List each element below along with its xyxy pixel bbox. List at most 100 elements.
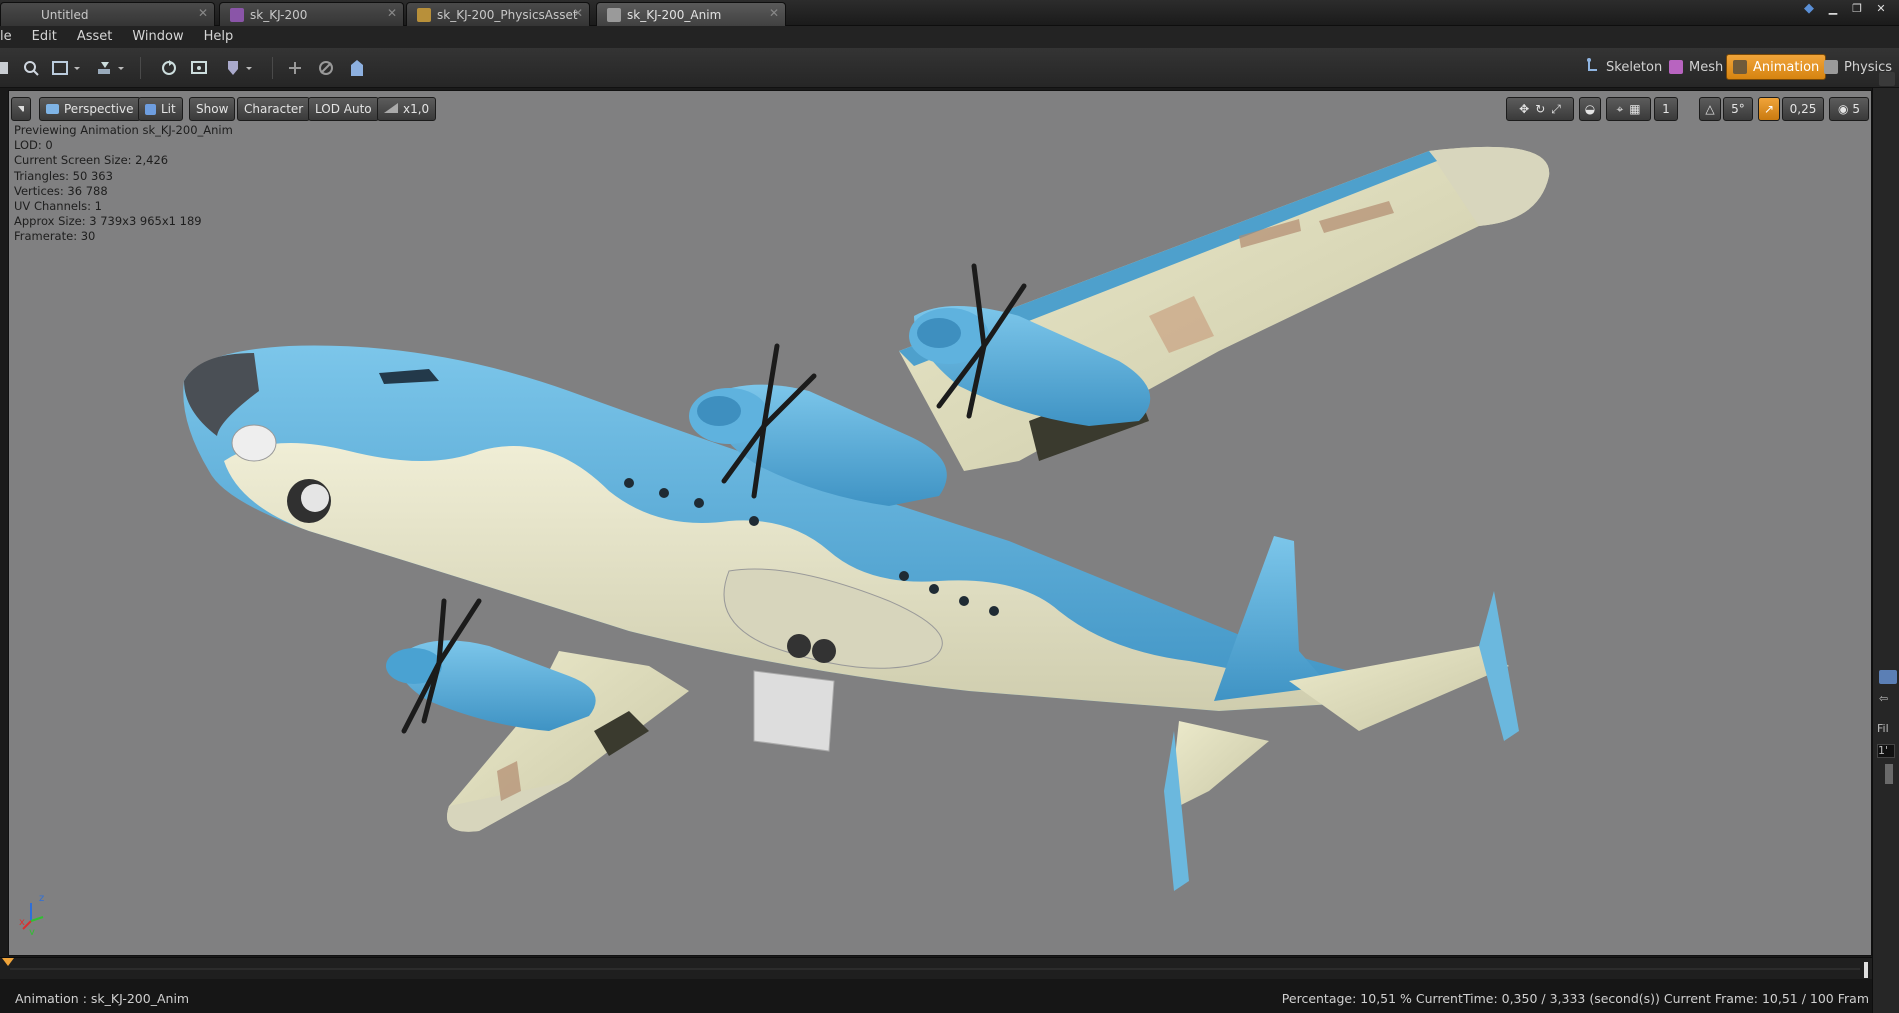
skeleton-icon — [1586, 58, 1600, 76]
physics-asset-icon — [417, 7, 431, 22]
mode-animation[interactable]: Animation — [1726, 54, 1827, 80]
help-icon[interactable]: ◆ — [1799, 2, 1819, 18]
make-static-mesh-icon[interactable] — [224, 56, 254, 80]
perspective-icon — [46, 104, 59, 114]
camera-speed-icon: ◉ — [1837, 102, 1849, 116]
mode-label: Skeleton — [1606, 59, 1663, 75]
character-icon[interactable] — [346, 56, 368, 80]
stat-line: Triangles: 50 363 — [14, 168, 113, 183]
show-button[interactable]: Show — [189, 97, 236, 121]
animation-scrubber[interactable] — [0, 957, 1872, 979]
close-icon[interactable]: ✕ — [1871, 2, 1891, 18]
scale-snap-icon[interactable]: ↗ — [1758, 97, 1780, 121]
add-icon[interactable] — [284, 56, 306, 80]
button-label: LOD Auto — [315, 102, 372, 116]
transform-tools: ✥ ↻ ⤢ — [1506, 97, 1574, 121]
close-icon[interactable]: ✕ — [769, 6, 779, 20]
tab-label: Untitled — [41, 7, 89, 22]
camera-speed-button[interactable]: ◉ 5 — [1829, 97, 1869, 121]
find-in-browser-icon[interactable] — [20, 56, 42, 80]
scrollbar[interactable] — [1885, 764, 1893, 784]
skeleton-icon — [230, 7, 244, 22]
character-button[interactable]: Character — [237, 97, 311, 121]
menu-edit[interactable]: Edit — [22, 26, 67, 48]
close-icon[interactable]: ✕ — [198, 6, 208, 20]
animation-label: Animation : — [15, 991, 87, 1006]
menu-window[interactable]: Window — [122, 26, 193, 48]
menu-bar: le Edit Asset Window Help — [0, 26, 1899, 48]
viewport[interactable]: Perspective Lit Show Character LOD Auto … — [8, 90, 1872, 956]
tab-physics-asset[interactable]: sk_KJ-200_PhysicsAsset ✕ — [406, 2, 590, 26]
rotation-snap-value[interactable]: 5° — [1723, 97, 1753, 121]
restore-icon[interactable]: ❐ — [1847, 2, 1867, 18]
scale-snap-value[interactable]: 0,25 — [1782, 97, 1824, 121]
stat-line: Previewing Animation sk_KJ-200_Anim — [14, 123, 233, 137]
tab-animation[interactable]: sk_KJ-200_Anim ✕ — [596, 2, 786, 26]
stat-line: Current Screen Size: 2,426 — [14, 153, 169, 168]
scale-icon[interactable]: ⤢ — [1548, 102, 1564, 117]
translate-icon[interactable]: ✥ — [1516, 102, 1532, 116]
refresh-icon[interactable] — [158, 56, 180, 80]
stat-line: Vertices: 36 788 — [14, 183, 108, 198]
save-icon[interactable] — [0, 56, 10, 80]
filter-label: Fil — [1877, 722, 1889, 735]
coordinate-system-icon[interactable]: ◒ — [1579, 97, 1601, 121]
status-bar: Animation : sk_KJ-200_Anim Percentage: 1… — [0, 979, 1899, 1013]
reimport-icon[interactable] — [52, 56, 82, 80]
lit-button[interactable]: Lit — [138, 97, 183, 121]
playhead[interactable] — [1864, 962, 1868, 978]
button-label: x1,0 — [403, 102, 430, 116]
preview-stats: Previewing Animation sk_KJ-200_Anim LOD:… — [14, 123, 233, 245]
z-axis-label: z — [39, 893, 44, 904]
mesh-icon — [1669, 60, 1683, 74]
animation-name: Animation : sk_KJ-200_Anim — [15, 991, 189, 1006]
rotate-icon[interactable]: ↻ — [1532, 102, 1548, 116]
preview-mesh-icon[interactable] — [188, 56, 210, 80]
stat-line: Framerate: 30 — [14, 229, 96, 244]
surface-snap-icon[interactable]: ⌖ ▦ — [1606, 97, 1651, 121]
physics-icon — [1824, 60, 1838, 74]
stat-line: Approx Size: 3 739x3 965x1 189 — [14, 214, 202, 229]
close-icon[interactable]: ✕ — [573, 6, 583, 20]
details-panel-edge: ⇦ Fil 1' — [1872, 72, 1899, 1013]
tab-label: sk_KJ-200 — [250, 7, 308, 22]
grid-snap-icon[interactable]: ▦ — [1626, 102, 1643, 116]
grid-snap-value[interactable]: 1 — [1654, 97, 1678, 121]
button-label: Character — [244, 102, 304, 116]
tab-untitled[interactable]: Untitled ✕ — [0, 2, 215, 26]
animation-value: sk_KJ-200_Anim — [90, 991, 190, 1006]
start-marker-icon — [2, 958, 14, 966]
minimize-icon[interactable]: ▁ — [1823, 2, 1843, 18]
button-label: Perspective — [64, 102, 134, 116]
menu-asset[interactable]: Asset — [67, 26, 123, 48]
mode-mesh[interactable]: Mesh — [1663, 54, 1729, 80]
button-label: Lit — [161, 102, 176, 116]
close-icon[interactable]: ✕ — [387, 6, 397, 20]
mode-skeleton[interactable]: Skeleton — [1580, 54, 1668, 80]
back-arrow-icon[interactable]: ⇦ — [1879, 692, 1888, 705]
playback-speed-button[interactable]: x1,0 — [377, 97, 437, 121]
scrub-track[interactable] — [10, 968, 1860, 970]
rotation-snap-icon[interactable]: △ — [1699, 97, 1721, 121]
tab-skeleton[interactable]: sk_KJ-200 ✕ — [219, 2, 404, 26]
button-label: Show — [196, 102, 229, 116]
menu-file[interactable]: le — [0, 26, 22, 48]
tab-label: sk_KJ-200_PhysicsAsset — [437, 7, 578, 22]
filter-field[interactable]: 1' — [1877, 744, 1895, 758]
menu-help[interactable]: Help — [194, 26, 244, 48]
aircraft-model — [183, 146, 1550, 891]
camera-speed-value: 5 — [1852, 102, 1861, 116]
animation-icon — [607, 7, 621, 22]
viewport-options-button[interactable] — [11, 97, 31, 121]
x-axis-label: x — [19, 917, 25, 928]
import-export-icon[interactable] — [96, 56, 126, 80]
axis-gizmo: z x y — [19, 893, 44, 935]
animation-icon — [1733, 60, 1747, 74]
document-tab-bar: Untitled ✕ sk_KJ-200 ✕ sk_KJ-200_Physics… — [0, 0, 1899, 26]
window-controls: ◆ ▁ ❐ ✕ — [1799, 2, 1891, 18]
lod-button[interactable]: LOD Auto — [308, 97, 379, 121]
perspective-button[interactable]: Perspective — [39, 97, 141, 121]
details-tab-icon[interactable] — [1879, 670, 1897, 684]
panel-icon[interactable] — [1879, 72, 1895, 86]
clear-icon[interactable] — [315, 56, 337, 80]
